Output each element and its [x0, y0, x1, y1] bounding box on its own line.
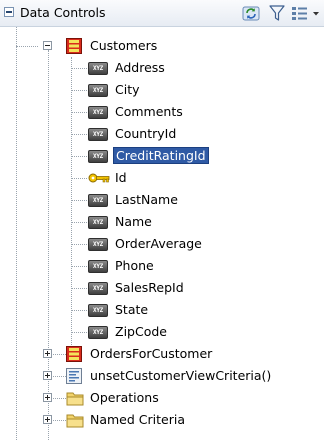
attribute-icon: XYZ	[88, 150, 108, 163]
attribute-label: Phone	[115, 258, 154, 273]
data-controls-panel: Data Controls Customers XYZ Address XYZ …	[0, 0, 324, 440]
attribute-icon: XYZ	[88, 106, 108, 119]
attribute-icon: XYZ	[88, 304, 108, 317]
attribute-icon: XYZ	[88, 216, 108, 229]
attribute-icon: XYZ	[88, 238, 108, 251]
refresh-icon[interactable]	[242, 4, 260, 22]
key-icon	[88, 173, 110, 183]
tree-node-label: unsetCustomerViewCriteria()	[90, 368, 272, 383]
tree-node-label: Named Criteria	[90, 412, 185, 427]
expand-icon[interactable]	[43, 393, 52, 402]
attribute-label: City	[115, 82, 140, 97]
tree-node-label: Customers	[90, 38, 158, 53]
tree-node-operations[interactable]: Operations	[0, 387, 324, 409]
attribute-node-orderaverage[interactable]: XYZ OrderAverage	[0, 233, 324, 255]
attribute-node-phone[interactable]: XYZ Phone	[0, 255, 324, 277]
folder-icon	[66, 392, 84, 406]
tree-node-ordersforcustomer[interactable]: OrdersForCustomer	[0, 343, 324, 365]
attribute-node-address[interactable]: XYZ Address	[0, 57, 324, 79]
attribute-node-creditratingid[interactable]: XYZ CreditRatingId	[0, 145, 324, 167]
attribute-node-comments[interactable]: XYZ Comments	[0, 101, 324, 123]
attribute-node-zipcode[interactable]: XYZ ZipCode	[0, 321, 324, 343]
attribute-node-countryid[interactable]: XYZ CountryId	[0, 123, 324, 145]
attribute-label: CountryId	[115, 126, 177, 141]
collapse-panel-icon[interactable]	[4, 7, 14, 17]
attribute-label-selected: CreditRatingId	[113, 147, 209, 164]
attribute-node-lastname[interactable]: XYZ LastName	[0, 189, 324, 211]
attribute-label: Comments	[115, 104, 183, 119]
expand-icon[interactable]	[43, 349, 52, 358]
attribute-icon: XYZ	[88, 194, 108, 207]
tree-node-customers[interactable]: Customers	[0, 35, 324, 57]
attribute-label: Address	[115, 60, 165, 75]
attribute-node-state[interactable]: XYZ State	[0, 299, 324, 321]
tree-node-named-criteria[interactable]: Named Criteria	[0, 409, 324, 431]
collapse-customers-icon[interactable]	[43, 41, 52, 50]
attribute-icon: XYZ	[88, 128, 108, 141]
method-icon	[66, 368, 82, 384]
attribute-label: Name	[115, 214, 152, 229]
expand-icon[interactable]	[43, 371, 52, 380]
tree-node-method[interactable]: unsetCustomerViewCriteria()	[0, 365, 324, 387]
attribute-node-salesrepid[interactable]: XYZ SalesRepId	[0, 277, 324, 299]
filter-icon[interactable]	[268, 4, 286, 22]
attribute-icon: XYZ	[88, 282, 108, 295]
attribute-label: SalesRepId	[115, 280, 184, 295]
options-menu-icon[interactable]	[290, 4, 322, 22]
attribute-label: Id	[115, 170, 127, 185]
attribute-node-city[interactable]: XYZ City	[0, 79, 324, 101]
collection-icon	[66, 38, 82, 54]
folder-icon	[66, 414, 84, 428]
attribute-icon: XYZ	[88, 326, 108, 339]
attribute-icon: XYZ	[88, 62, 108, 75]
tree-node-label: OrdersForCustomer	[90, 346, 213, 361]
attribute-label: OrderAverage	[115, 236, 202, 251]
attribute-icon: XYZ	[88, 84, 108, 97]
attribute-label: State	[115, 302, 149, 317]
attribute-node-name[interactable]: XYZ Name	[0, 211, 324, 233]
panel-header: Data Controls	[0, 0, 324, 27]
attribute-label: ZipCode	[115, 324, 167, 339]
collection-icon	[66, 346, 82, 362]
attribute-node-id[interactable]: Id	[0, 167, 324, 189]
tree-node-label: Operations	[90, 390, 159, 405]
panel-title: Data Controls	[20, 5, 106, 20]
attribute-icon: XYZ	[88, 260, 108, 273]
attribute-label: LastName	[115, 192, 178, 207]
expand-icon[interactable]	[43, 415, 52, 424]
